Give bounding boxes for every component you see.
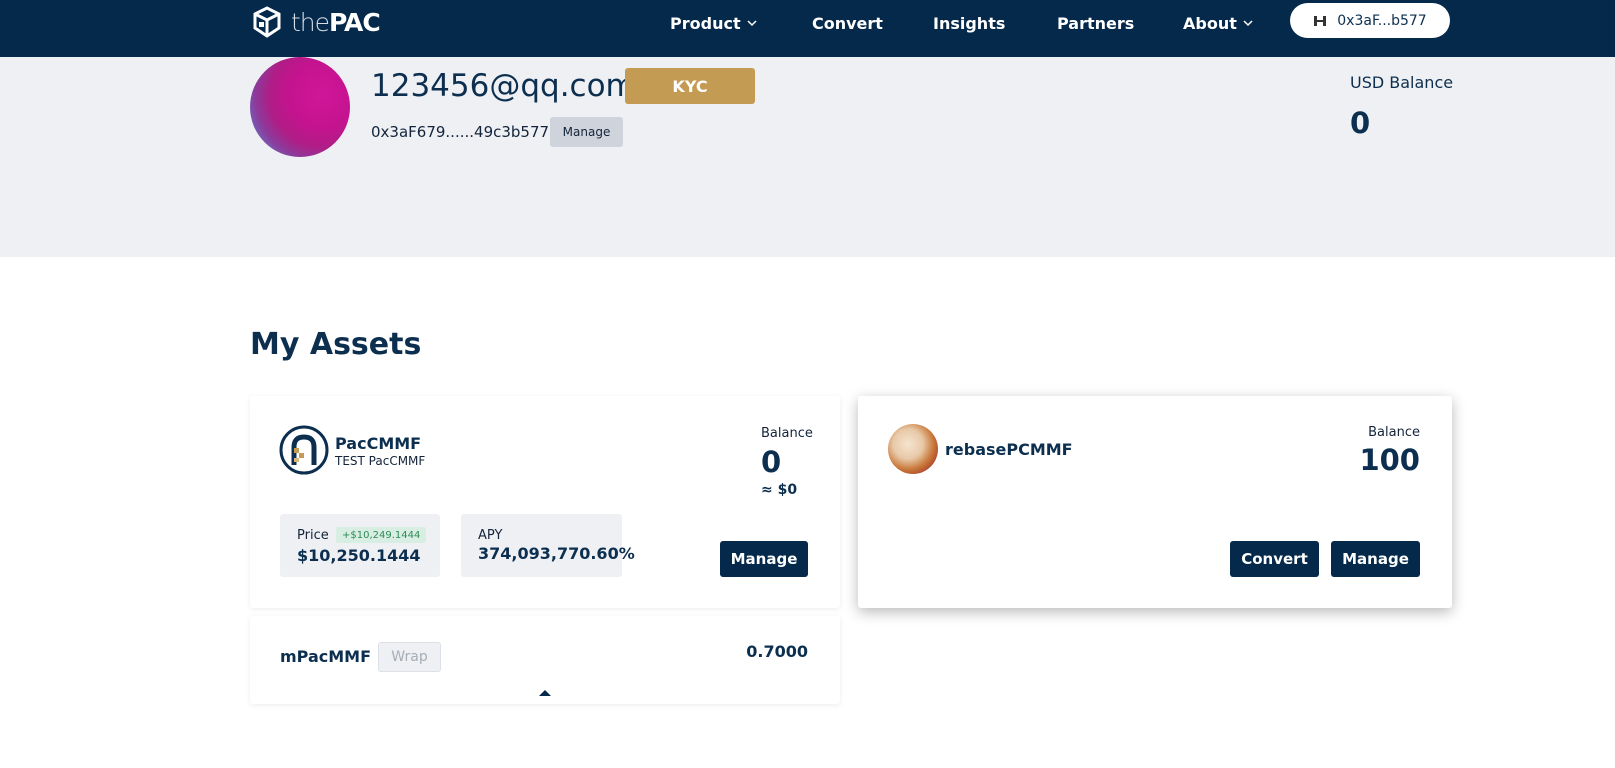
nav-partners-label: Partners [1057, 13, 1135, 33]
chevron-down-icon [747, 19, 757, 26]
pac-logo-icon [253, 6, 281, 38]
manage-wallet-button[interactable]: Manage [550, 117, 623, 147]
token-name: PacCMMF [335, 434, 422, 453]
wallet-address: 0x3aF...b577 [1337, 12, 1427, 29]
price-value: $10,250.1444 [297, 546, 421, 565]
nav-product[interactable]: Product [670, 12, 757, 34]
paccmmf-token-icon [279, 425, 329, 475]
nav-insights[interactable]: Insights [933, 12, 1005, 34]
manage-paccmmf-button[interactable]: Manage [720, 541, 808, 577]
token-name: rebasePCMMF [945, 440, 1073, 459]
wallet-address-full: 0x3aF679......49c3b577 [371, 123, 550, 141]
apy-value: 374,093,770.60% [478, 544, 635, 563]
asset-card-paccmmf: PacCMMF TEST PacCMMF Balance 0 ≈ $0 Pric… [250, 396, 840, 608]
wallet-button[interactable]: 0x3aF...b577 [1290, 3, 1450, 38]
nav-product-label: Product [670, 13, 741, 33]
section-title-my-assets: My Assets [250, 327, 422, 362]
balance-label: Balance [1368, 425, 1420, 440]
nav-partners[interactable]: Partners [1057, 12, 1134, 34]
rebasepcmmf-token-icon [888, 424, 938, 474]
logo[interactable]: thePAC [249, 4, 381, 40]
wrap-button[interactable]: Wrap [378, 642, 441, 672]
nav-convert-label: Convert [812, 13, 883, 33]
convert-button[interactable]: Convert [1230, 541, 1319, 577]
logo-text: thePAC [291, 7, 381, 37]
manage-rebase-button[interactable]: Manage [1331, 541, 1420, 577]
balance-value: 0 [761, 445, 782, 479]
balance-value: 100 [1359, 443, 1420, 477]
price-stat: Price +$10,249.1444 $10,250.1444 [280, 514, 440, 577]
user-email: 123456@qq.com [371, 68, 636, 104]
usd-balance-value: 0 [1350, 106, 1371, 140]
balance-usd: ≈ $0 [761, 482, 798, 498]
price-label: Price [297, 528, 329, 543]
price-change-badge: +$10,249.1444 [336, 527, 427, 543]
avatar [250, 57, 350, 157]
mpacmmf-value: 0.7000 [746, 642, 808, 661]
token-subtitle: TEST PacCMMF [335, 454, 426, 468]
apy-label: APY [478, 528, 503, 543]
kyc-button[interactable]: KYC [625, 68, 755, 104]
nav-about-label: About [1183, 13, 1237, 33]
apy-stat: APY 374,093,770.60% [461, 514, 635, 577]
token-name: mPacMMF [280, 647, 372, 666]
balance-label: Balance [761, 426, 813, 441]
caret-up-icon[interactable] [539, 690, 551, 696]
wallet-connector-icon [1314, 15, 1327, 26]
nav-convert[interactable]: Convert [812, 12, 883, 34]
nav-about[interactable]: About [1183, 12, 1253, 34]
usd-balance-label: USD Balance [1350, 73, 1454, 92]
nav-insights-label: Insights [933, 13, 1006, 33]
top-navbar: thePAC Product Convert Insights Partners… [0, 0, 1615, 57]
chevron-down-icon [1243, 19, 1253, 26]
asset-card-rebasepcmmf: rebasePCMMF Balance 100 Convert Manage [858, 396, 1452, 608]
